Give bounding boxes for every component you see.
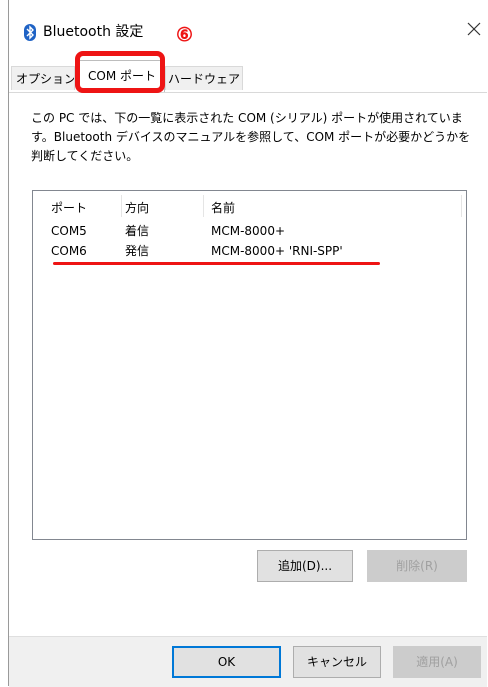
direction-cell: 着信: [125, 224, 150, 238]
tab-hardware[interactable]: ハードウェア: [165, 66, 243, 90]
title-bar: Bluetooth 設定: [9, 6, 487, 56]
list-item[interactable]: COM6 発信 MCM-8000+ 'RNI-SPP': [33, 241, 466, 261]
cancel-button[interactable]: キャンセル: [293, 646, 381, 678]
bluetooth-settings-window: Bluetooth 設定 オプション COM ポート ハードウェア ⑥ この P…: [9, 6, 487, 687]
ok-button[interactable]: OK: [172, 646, 281, 678]
column-separator[interactable]: [203, 195, 204, 217]
bluetooth-icon: [24, 24, 36, 41]
remove-button[interactable]: 削除(R): [367, 550, 467, 582]
port-cell: COM5: [51, 224, 87, 238]
add-button[interactable]: 追加(D)...: [257, 550, 353, 582]
com-port-list[interactable]: ポート 方向 名前 COM5 着信 MCM-8000+ COM6 発信 MCM-…: [32, 190, 467, 540]
description-text: この PC では、下の一覧に表示された COM (シリアル) ポートが使用されて…: [31, 111, 471, 163]
column-header-name[interactable]: 名前: [211, 200, 235, 216]
close-icon[interactable]: [466, 21, 482, 37]
annotation-underline: [53, 262, 380, 265]
annotation-highlight-box: [75, 51, 165, 93]
name-cell: MCM-8000+ 'RNI-SPP': [211, 244, 343, 258]
apply-button[interactable]: 適用(A): [393, 646, 481, 678]
dialog-button-bar: OK キャンセル 適用(A): [9, 636, 487, 687]
list-item[interactable]: COM5 着信 MCM-8000+: [33, 221, 466, 241]
window-title: Bluetooth 設定: [43, 24, 144, 40]
port-cell: COM6: [51, 244, 87, 258]
column-separator[interactable]: [461, 195, 462, 217]
column-header-direction[interactable]: 方向: [125, 200, 149, 216]
name-cell: MCM-8000+: [211, 224, 286, 238]
direction-cell: 発信: [125, 244, 150, 258]
tab-options[interactable]: オプション: [11, 66, 75, 90]
com-port-panel: この PC では、下の一覧に表示された COM (シリアル) ポートが使用されて…: [9, 92, 487, 637]
annotation-step-number: ⑥: [176, 24, 194, 46]
column-separator[interactable]: [121, 195, 122, 217]
column-header-port[interactable]: ポート: [51, 200, 87, 216]
